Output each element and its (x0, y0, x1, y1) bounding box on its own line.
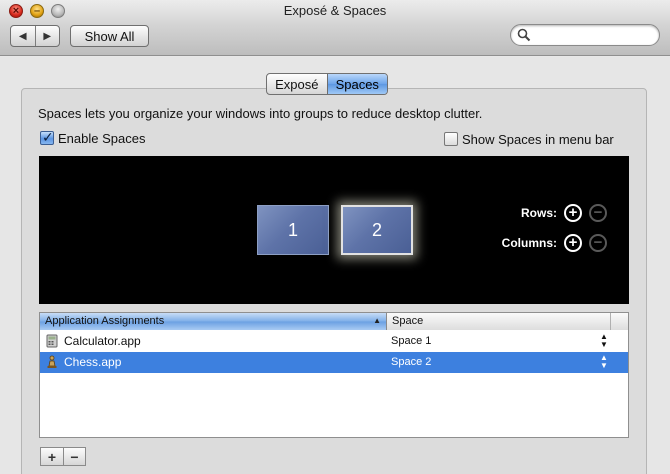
column-header-application[interactable]: Application Assignments ▲ (40, 313, 387, 330)
plus-icon: + (568, 204, 578, 221)
app-name: Calculator.app (64, 334, 141, 348)
popup-arrows-icon[interactable]: ▲ ▼ (600, 354, 608, 370)
forward-arrow-icon: ▶ (43, 30, 52, 42)
window-titlebar: × – Exposé & Spaces ◀ ▶ Show All (0, 0, 670, 56)
spaces-description: Spaces lets you organize your windows in… (38, 106, 483, 121)
back-arrow-icon: ◀ (18, 30, 27, 42)
table-row[interactable]: Calculator.app Space 1 ▲ ▼ (40, 331, 628, 352)
back-button[interactable]: ◀ (11, 26, 35, 46)
space-tile-2[interactable]: 2 (341, 205, 413, 255)
minus-icon: − (593, 204, 603, 221)
search-input[interactable] (510, 24, 660, 46)
rows-label: Rows: (521, 206, 557, 220)
add-row-button[interactable]: + (564, 204, 582, 222)
column-header-label: Application Assignments (45, 315, 165, 327)
remove-column-button[interactable]: − (589, 234, 607, 252)
column-header-space[interactable]: Space (387, 313, 611, 330)
table-header: Application Assignments ▲ Space (40, 313, 628, 330)
add-assignment-button[interactable]: + (41, 448, 63, 465)
minus-icon: − (593, 234, 603, 251)
window-title: Exposé & Spaces (283, 3, 387, 18)
checkmark-icon: ✓ (42, 129, 54, 145)
show-in-menu-bar-label[interactable]: Show Spaces in menu bar (462, 132, 614, 147)
plus-icon: + (568, 234, 578, 251)
search-icon (517, 28, 531, 42)
calculator-icon (46, 334, 58, 348)
show-all-button[interactable]: Show All (70, 25, 149, 47)
space-select[interactable]: Space 1 (391, 335, 431, 347)
tab-spaces[interactable]: Spaces (326, 74, 387, 94)
enable-spaces-label[interactable]: Enable Spaces (58, 131, 145, 146)
add-column-button[interactable]: + (564, 234, 582, 252)
add-remove-control: + − (40, 447, 86, 466)
minus-icon: − (70, 448, 79, 465)
plus-icon: + (47, 448, 57, 465)
application-assignments-table: Application Assignments ▲ Space Calculat… (39, 312, 629, 438)
enable-spaces-checkbox[interactable]: ✓ (40, 129, 54, 145)
app-name: Chess.app (64, 355, 122, 369)
popup-arrows-icon[interactable]: ▲ ▼ (600, 333, 608, 349)
column-header-filler (611, 313, 628, 330)
show-in-menu-bar-checkbox[interactable] (444, 132, 458, 146)
spaces-preview: 1 2 Rows: + − Columns: + − (39, 156, 629, 304)
remove-row-button[interactable]: − (589, 204, 607, 222)
space-select[interactable]: Space 2 (391, 356, 431, 368)
space-tile-1[interactable]: 1 (257, 205, 329, 255)
table-row[interactable]: Chess.app Space 2 ▲ ▼ (40, 352, 628, 373)
remove-assignment-button[interactable]: − (63, 448, 85, 465)
columns-label: Columns: (501, 236, 557, 250)
tab-expose[interactable]: Exposé (267, 74, 327, 94)
chess-icon (47, 355, 57, 368)
back-forward-control: ◀ ▶ (10, 25, 60, 47)
forward-button[interactable]: ▶ (34, 26, 60, 46)
sort-ascending-icon: ▲ (373, 316, 381, 325)
tab-bar: Exposé Spaces (266, 73, 388, 95)
